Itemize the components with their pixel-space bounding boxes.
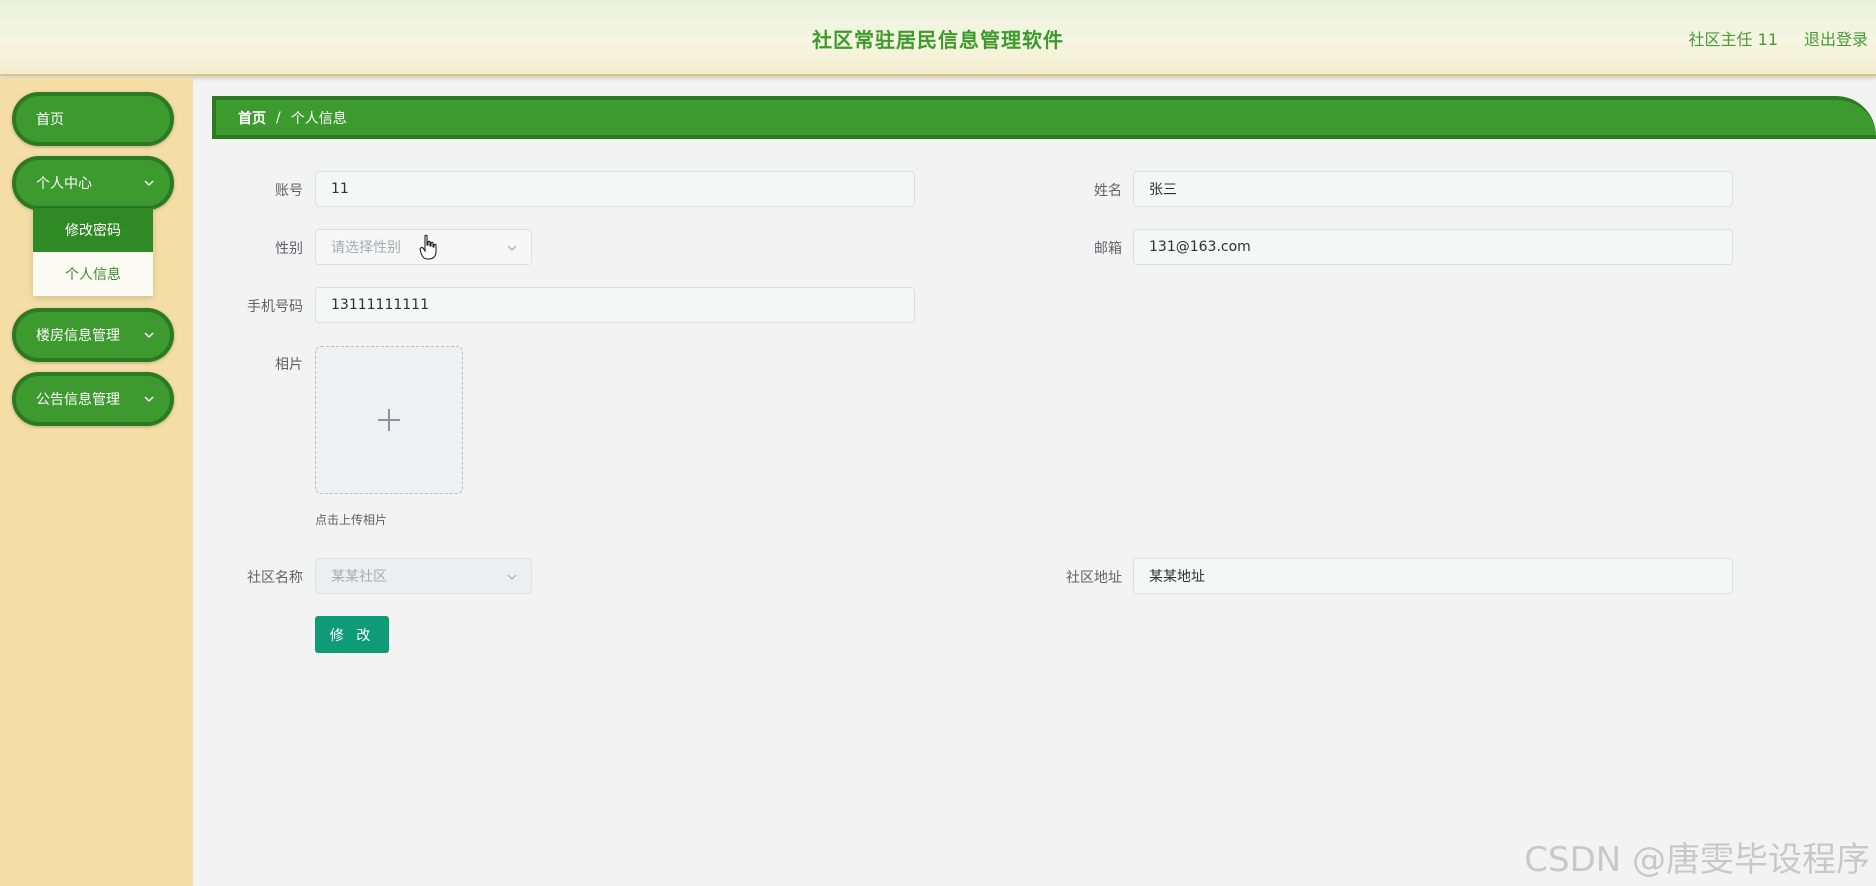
sidebar-item-label: 公告信息管理 <box>36 392 120 408</box>
chevron-down-icon <box>144 332 154 338</box>
phone-field[interactable]: 13111111111 <box>315 287 915 323</box>
name-field[interactable]: 张三 <box>1133 171 1733 207</box>
name-label: 姓名 <box>1094 183 1122 199</box>
community-address-label: 社区地址 <box>1066 570 1122 586</box>
chevron-down-icon <box>144 396 154 402</box>
photo-upload-hint: 点击上传相片 <box>315 513 388 527</box>
photo-label: 相片 <box>275 357 303 373</box>
submenu-item-personal-info[interactable]: 个人信息 <box>33 252 153 296</box>
breadcrumb-current: 个人信息 <box>290 110 347 127</box>
personal-center-submenu: 修改密码 个人信息 <box>33 208 153 296</box>
phone-label: 手机号码 <box>247 299 303 315</box>
top-header: 社区常驻居民信息管理软件 社区主任 11 退出登录 <box>0 0 1876 76</box>
email-field[interactable]: 131@163.com <box>1133 229 1733 265</box>
sidebar-item-notice-management[interactable]: 公告信息管理 <box>12 372 174 426</box>
breadcrumb: 首页 / 个人信息 <box>212 96 1876 139</box>
chevron-down-icon <box>144 180 154 186</box>
sidebar-item-label: 楼房信息管理 <box>36 328 120 344</box>
chevron-down-icon <box>507 574 517 580</box>
plus-icon <box>378 409 400 431</box>
account-field[interactable]: 11 <box>315 171 915 207</box>
community-address-field[interactable]: 某某地址 <box>1133 558 1733 594</box>
hand-cursor-icon <box>419 234 437 260</box>
watermark: CSDN @唐雯毕设程序 <box>1524 840 1870 880</box>
sidebar-item-home[interactable]: 首页 <box>12 92 174 146</box>
gender-placeholder: 请选择性别 <box>331 240 401 256</box>
app-root: 社区常驻居民信息管理软件 社区主任 11 退出登录 首页 个人中心 楼房信息管理… <box>0 0 1876 886</box>
breadcrumb-separator: / <box>276 109 281 126</box>
app-title: 社区常驻居民信息管理软件 <box>812 28 1064 52</box>
sidebar-item-label: 个人中心 <box>36 176 92 192</box>
community-name-select: 某某社区 <box>315 558 532 594</box>
breadcrumb-home[interactable]: 首页 <box>238 108 266 128</box>
current-user: 社区主任 11 <box>1688 30 1778 49</box>
chevron-down-icon <box>507 245 517 251</box>
logout-link[interactable]: 退出登录 <box>1804 26 1868 50</box>
sidebar-item-label: 首页 <box>36 112 64 128</box>
community-name-label: 社区名称 <box>247 570 303 586</box>
email-value: 131@163.com <box>1149 239 1251 255</box>
phone-value: 13111111111 <box>331 297 429 313</box>
submit-button[interactable]: 修 改 <box>315 616 389 653</box>
submenu-item-change-password[interactable]: 修改密码 <box>33 208 153 252</box>
account-value: 11 <box>331 181 349 197</box>
gender-label: 性别 <box>275 241 303 257</box>
sidebar-item-personal-center[interactable]: 个人中心 <box>12 156 174 210</box>
community-address-value: 某某地址 <box>1149 569 1205 585</box>
email-label: 邮箱 <box>1094 241 1122 257</box>
name-value: 张三 <box>1149 182 1177 198</box>
sidebar-item-building-management[interactable]: 楼房信息管理 <box>12 308 174 362</box>
community-name-placeholder: 某某社区 <box>331 569 387 585</box>
sidebar: 首页 个人中心 楼房信息管理 公告信息管理 <box>0 78 193 886</box>
photo-upload[interactable] <box>315 346 463 494</box>
account-label: 账号 <box>275 183 303 199</box>
